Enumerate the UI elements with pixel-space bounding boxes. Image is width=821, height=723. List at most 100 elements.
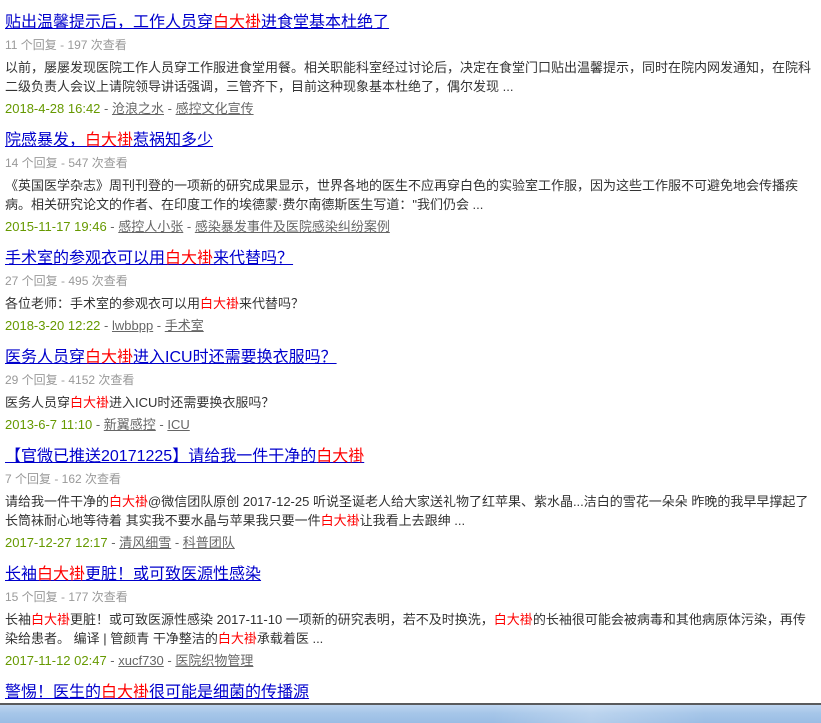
result-title-link[interactable]: 【官微已推送20171225】请给我一件干净的白大褂 — [5, 448, 364, 465]
snippet-keyword-highlight: 白大褂 — [321, 513, 360, 528]
snippet-keyword-highlight: 白大褂 — [200, 296, 239, 311]
title-keyword-highlight: 白大褂 — [37, 566, 85, 583]
result-forum-link[interactable]: 感染暴发事件及医院感染纠纷案例 — [195, 219, 390, 234]
result-date: 2015-11-17 19:46 — [5, 219, 107, 234]
separator: - — [153, 318, 165, 333]
snippet-keyword-highlight: 白大褂 — [109, 494, 148, 509]
result-dateline: 2018-4-28 16:42 - 沧浪之水 - 感控文化宣传 — [5, 100, 813, 117]
result-forum-link[interactable]: ICU — [167, 417, 189, 432]
snippet-keyword-highlight: 白大褂 — [494, 612, 533, 627]
result-snippet: 请给我一件干净的白大褂@微信团队原创 2017-12-25 听说圣诞老人给大家送… — [5, 492, 817, 530]
result-title: 警惕！医生的白大褂很可能是细菌的传播源 — [5, 682, 813, 703]
result-stats: 27 个回复 - 495 次查看 — [5, 274, 813, 289]
snippet-text: 让我看上去跟绅 ... — [360, 513, 465, 528]
snippet-text: 请给我一件干净的 — [5, 494, 109, 509]
snippet-keyword-highlight: 白大褂 — [218, 631, 257, 646]
snippet-text: 来代替吗？ — [239, 296, 304, 311]
result-dateline: 2017-12-27 12:17 - 清风细雪 - 科普团队 — [5, 534, 813, 551]
title-text: 【官微已推送20171225】请给我一件干净的 — [5, 448, 316, 465]
title-keyword-highlight: 白大褂 — [213, 14, 261, 31]
result-snippet: 各位老师：手术室的参观衣可以用白大褂来代替吗？ — [5, 294, 817, 313]
title-text: 进入ICU时还需要换衣服吗？ — [133, 349, 337, 366]
snippet-text: 以前，屡屡发现医院工作人员穿工作服进食堂用餐。相关职能科室经过讨论后，决定在食堂… — [5, 60, 811, 94]
search-result: 警惕！医生的白大褂很可能是细菌的传播源 — [5, 682, 813, 703]
result-title-link[interactable]: 院感暴发，白大褂惹祸知多少 — [5, 132, 213, 149]
result-author-link[interactable]: 沧浪之水 — [112, 101, 164, 116]
result-dateline: 2017-11-12 02:47 - xucf730 - 医院织物管理 — [5, 652, 813, 669]
separator: - — [107, 653, 119, 668]
result-title-link[interactable]: 医务人员穿白大褂进入ICU时还需要换衣服吗？ — [5, 349, 337, 366]
result-snippet: 长袖白大褂更脏！或可致医源性感染 2017-11-10 一项新的研究表明，若不及… — [5, 610, 817, 648]
result-forum-link[interactable]: 感控文化宣传 — [176, 101, 254, 116]
result-author-link[interactable]: lwbbpp — [112, 318, 153, 333]
result-stats: 15 个回复 - 177 次查看 — [5, 590, 813, 605]
separator: - — [107, 219, 119, 234]
snippet-text: 《英国医学杂志》周刊刊登的一项新的研究成果显示，世界各地的医生不应再穿白色的实验… — [5, 178, 798, 212]
result-date: 2018-4-28 16:42 — [5, 101, 100, 116]
separator: - — [183, 219, 195, 234]
result-date: 2017-11-12 02:47 — [5, 653, 107, 668]
title-keyword-highlight: 白大褂 — [101, 684, 149, 701]
result-title: 贴出温馨提示后，工作人员穿白大褂进食堂基本杜绝了 — [5, 12, 813, 33]
title-text: 手术室的参观衣可以用 — [5, 250, 165, 267]
result-title-link[interactable]: 警惕！医生的白大褂很可能是细菌的传播源 — [5, 684, 309, 701]
snippet-keyword-highlight: 白大褂 — [70, 395, 109, 410]
result-title-link[interactable]: 长袖白大褂更脏！或可致医源性感染 — [5, 566, 261, 583]
result-snippet: 《英国医学杂志》周刊刊登的一项新的研究成果显示，世界各地的医生不应再穿白色的实验… — [5, 176, 817, 214]
search-result: 院感暴发，白大褂惹祸知多少 14 个回复 - 547 次查看 《英国医学杂志》周… — [5, 130, 813, 235]
title-text: 进食堂基本杜绝了 — [261, 14, 389, 31]
search-results-list: 贴出温馨提示后，工作人员穿白大褂进食堂基本杜绝了 11 个回复 - 197 次查… — [0, 0, 821, 703]
result-snippet: 以前，屡屡发现医院工作人员穿工作服进食堂用餐。相关职能科室经过讨论后，决定在食堂… — [5, 58, 817, 96]
separator: - — [164, 101, 176, 116]
separator: - — [171, 535, 183, 550]
snippet-keyword-highlight: 白大褂 — [31, 612, 70, 627]
result-date: 2013-6-7 11:10 — [5, 417, 92, 432]
result-author-link[interactable]: 感控人小张 — [118, 219, 183, 234]
title-text: 医务人员穿 — [5, 349, 85, 366]
search-result: 长袖白大褂更脏！或可致医源性感染 15 个回复 - 177 次查看 长袖白大褂更… — [5, 564, 813, 669]
title-text: 来代替吗？ — [213, 250, 293, 267]
search-results-page: 贴出温馨提示后，工作人员穿白大褂进食堂基本杜绝了 11 个回复 - 197 次查… — [0, 0, 821, 723]
result-author-link[interactable]: 清风细雪 — [119, 535, 171, 550]
result-title: 【官微已推送20171225】请给我一件干净的白大褂 — [5, 446, 813, 467]
result-title-link[interactable]: 贴出温馨提示后，工作人员穿白大褂进食堂基本杜绝了 — [5, 14, 389, 31]
title-keyword-highlight: 白大褂 — [165, 250, 213, 267]
result-stats: 29 个回复 - 4152 次查看 — [5, 373, 813, 388]
search-result: 【官微已推送20171225】请给我一件干净的白大褂 7 个回复 - 162 次… — [5, 446, 813, 551]
title-keyword-highlight: 白大褂 — [85, 349, 133, 366]
title-text: 贴出温馨提示后，工作人员穿 — [5, 14, 213, 31]
snippet-text: 承载着医 ... — [257, 631, 323, 646]
title-text: 很可能是细菌的传播源 — [149, 684, 309, 701]
result-forum-link[interactable]: 手术室 — [165, 318, 204, 333]
result-forum-link[interactable]: 医院织物管理 — [175, 653, 253, 668]
result-date: 2018-3-20 12:22 — [5, 318, 100, 333]
title-text: 惹祸知多少 — [133, 132, 213, 149]
title-text: 院感暴发， — [5, 132, 85, 149]
result-stats: 7 个回复 - 162 次查看 — [5, 472, 813, 487]
snippet-text: 长袖 — [5, 612, 31, 627]
title-text: 长袖 — [5, 566, 37, 583]
result-title-link[interactable]: 手术室的参观衣可以用白大褂来代替吗？ — [5, 250, 293, 267]
result-title: 院感暴发，白大褂惹祸知多少 — [5, 130, 813, 151]
separator: - — [92, 417, 104, 432]
title-keyword-highlight: 白大褂 — [85, 132, 133, 149]
separator: - — [100, 318, 112, 333]
snippet-text: 更脏！或可致医源性感染 2017-11-10 一项新的研究表明，若不及时换洗， — [70, 612, 494, 627]
result-dateline: 2013-6-7 11:10 - 新翼感控 - ICU — [5, 416, 813, 433]
result-title: 长袖白大褂更脏！或可致医源性感染 — [5, 564, 813, 585]
result-stats: 14 个回复 - 547 次查看 — [5, 156, 813, 171]
search-result: 医务人员穿白大褂进入ICU时还需要换衣服吗？ 29 个回复 - 4152 次查看… — [5, 347, 813, 433]
result-author-link[interactable]: 新翼感控 — [104, 417, 156, 432]
result-title: 医务人员穿白大褂进入ICU时还需要换衣服吗？ — [5, 347, 813, 368]
separator: - — [164, 653, 176, 668]
separator: - — [156, 417, 168, 432]
result-forum-link[interactable]: 科普团队 — [183, 535, 235, 550]
result-dateline: 2018-3-20 12:22 - lwbbpp - 手术室 — [5, 317, 813, 334]
title-text: 警惕！医生的 — [5, 684, 101, 701]
result-dateline: 2015-11-17 19:46 - 感控人小张 - 感染暴发事件及医院感染纠纷… — [5, 218, 813, 235]
result-author-link[interactable]: xucf730 — [118, 653, 164, 668]
title-keyword-highlight: 白大褂 — [316, 448, 364, 465]
title-text: 更脏！或可致医源性感染 — [85, 566, 261, 583]
snippet-text: 各位老师：手术室的参观衣可以用 — [5, 296, 200, 311]
snippet-text: 医务人员穿 — [5, 395, 70, 410]
